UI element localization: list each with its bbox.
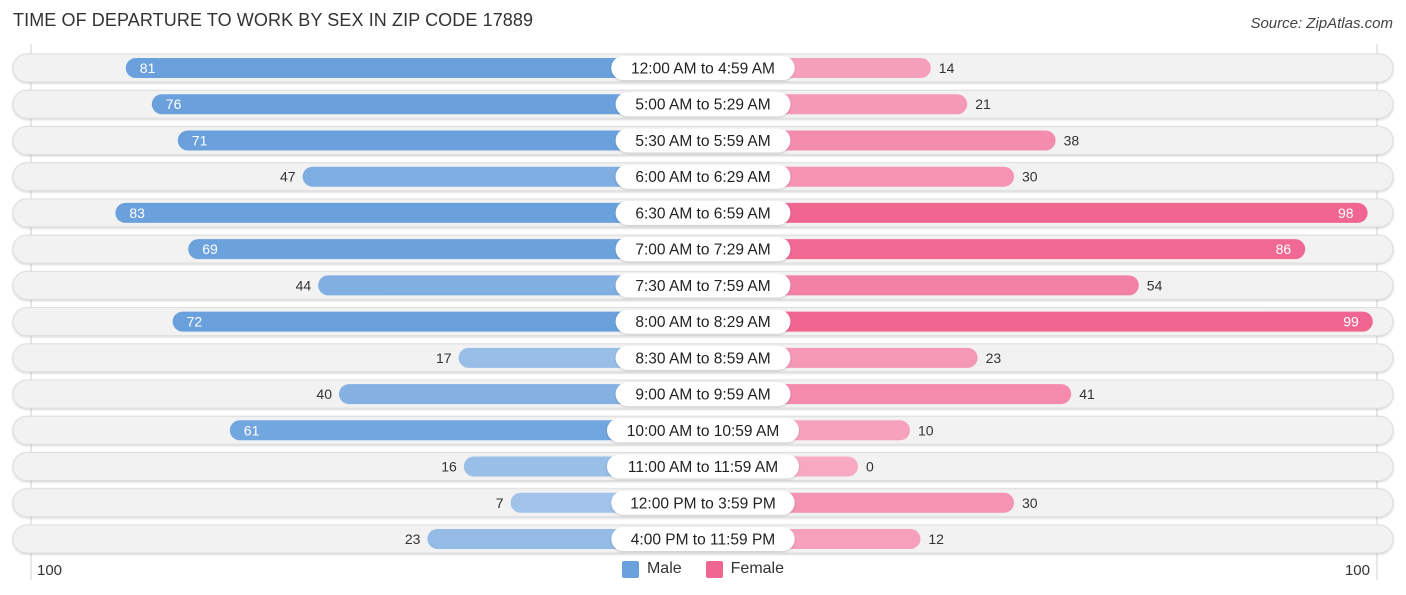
male-value-label: 61	[244, 422, 260, 438]
chart-row: 16 0 11:00 AM to 11:59 AM	[12, 452, 1394, 482]
category-label: 6:30 AM to 6:59 AM	[635, 205, 770, 222]
female-value-label: 41	[1079, 386, 1095, 402]
male-bar	[115, 202, 703, 223]
female-value-label: 14	[939, 60, 955, 76]
chart-plot: 81 14 12:00 AM to 4:59 AM 76 21 5:00 AM to 5:…	[12, 44, 1394, 580]
female-value-label: 10	[918, 422, 934, 438]
male-value-label: 83	[129, 205, 145, 221]
chart-row: 69 86 7:00 AM to 7:29 AM	[12, 234, 1394, 264]
chart-row: 44 54 7:30 AM to 7:59 AM	[12, 270, 1394, 300]
male-value-label: 40	[316, 386, 332, 402]
category-label: 10:00 AM to 10:59 AM	[627, 423, 780, 440]
male-value-label: 17	[436, 350, 452, 366]
legend-item-female[interactable]: Female	[705, 560, 785, 578]
legend-item-male[interactable]: Male	[621, 560, 682, 578]
chart-row: 76 21 5:00 AM to 5:29 AM	[12, 89, 1394, 119]
chart-row: 47 30 6:00 AM to 6:29 AM	[12, 162, 1394, 192]
male-value-label: 16	[441, 459, 457, 475]
category-label: 4:00 PM to 11:59 PM	[631, 531, 775, 548]
female-value-label: 38	[1064, 132, 1080, 148]
male-value-label: 72	[187, 314, 203, 330]
chart-row: 81 14 12:00 AM to 4:59 AM	[12, 53, 1394, 83]
category-label: 11:00 AM to 11:59 AM	[628, 459, 778, 476]
category-label: 6:00 AM to 6:29 AM	[635, 169, 770, 186]
male-value-label: 81	[140, 60, 156, 76]
chart-row: 7 30 12:00 PM to 3:59 PM	[12, 488, 1394, 518]
male-value-label: 69	[202, 241, 218, 257]
chart-row: 61 10 10:00 AM to 10:59 AM	[12, 415, 1394, 445]
female-value-label: 86	[1276, 241, 1292, 257]
legend-label-female: Female	[730, 560, 785, 577]
legend-swatch-female	[705, 560, 723, 578]
male-value-label: 23	[405, 531, 421, 547]
chart-row: 23 12 4:00 PM to 11:59 PM	[12, 524, 1394, 554]
chart-row: 40 41 9:00 AM to 9:59 AM	[12, 379, 1394, 409]
chart-row: 17 23 8:30 AM to 8:59 AM	[12, 343, 1394, 373]
male-value-label: 71	[192, 132, 208, 148]
category-label: 7:00 AM to 7:29 AM	[635, 242, 770, 259]
category-label: 7:30 AM to 7:59 AM	[635, 278, 770, 295]
chart-row: 72 99 8:00 AM to 8:29 AM	[12, 307, 1394, 337]
male-value-label: 7	[496, 495, 504, 511]
chart-row: 71 38 5:30 AM to 5:59 AM	[12, 125, 1394, 155]
male-value-label: 47	[280, 169, 296, 185]
category-label: 5:00 AM to 5:29 AM	[635, 97, 770, 114]
category-label: 5:30 AM to 5:59 AM	[635, 133, 770, 150]
female-value-label: 0	[866, 459, 874, 475]
male-value-label: 44	[296, 277, 312, 293]
female-value-label: 21	[975, 96, 991, 112]
legend-swatch-male	[621, 560, 639, 578]
chart-row: 83 98 6:30 AM to 6:59 AM	[12, 198, 1394, 228]
female-value-label: 30	[1022, 495, 1038, 511]
female-value-label: 99	[1343, 314, 1359, 330]
category-label: 8:00 AM to 8:29 AM	[635, 314, 770, 331]
category-label: 9:00 AM to 9:59 AM	[635, 387, 770, 404]
male-value-label: 76	[166, 96, 182, 112]
female-value-label: 30	[1022, 169, 1038, 185]
female-value-label: 12	[928, 531, 944, 547]
female-value-label: 54	[1147, 277, 1163, 293]
category-label: 12:00 PM to 3:59 PM	[630, 495, 776, 512]
female-bar	[703, 202, 1368, 223]
female-bar	[703, 311, 1373, 332]
chart-legend: Male Female	[0, 560, 1406, 578]
female-value-label: 98	[1338, 205, 1354, 221]
legend-label-male: Male	[646, 560, 682, 577]
category-label: 12:00 AM to 4:59 AM	[631, 61, 775, 78]
category-label: 8:30 AM to 8:59 AM	[635, 350, 770, 367]
female-bar	[703, 239, 1306, 260]
female-value-label: 23	[986, 350, 1002, 366]
